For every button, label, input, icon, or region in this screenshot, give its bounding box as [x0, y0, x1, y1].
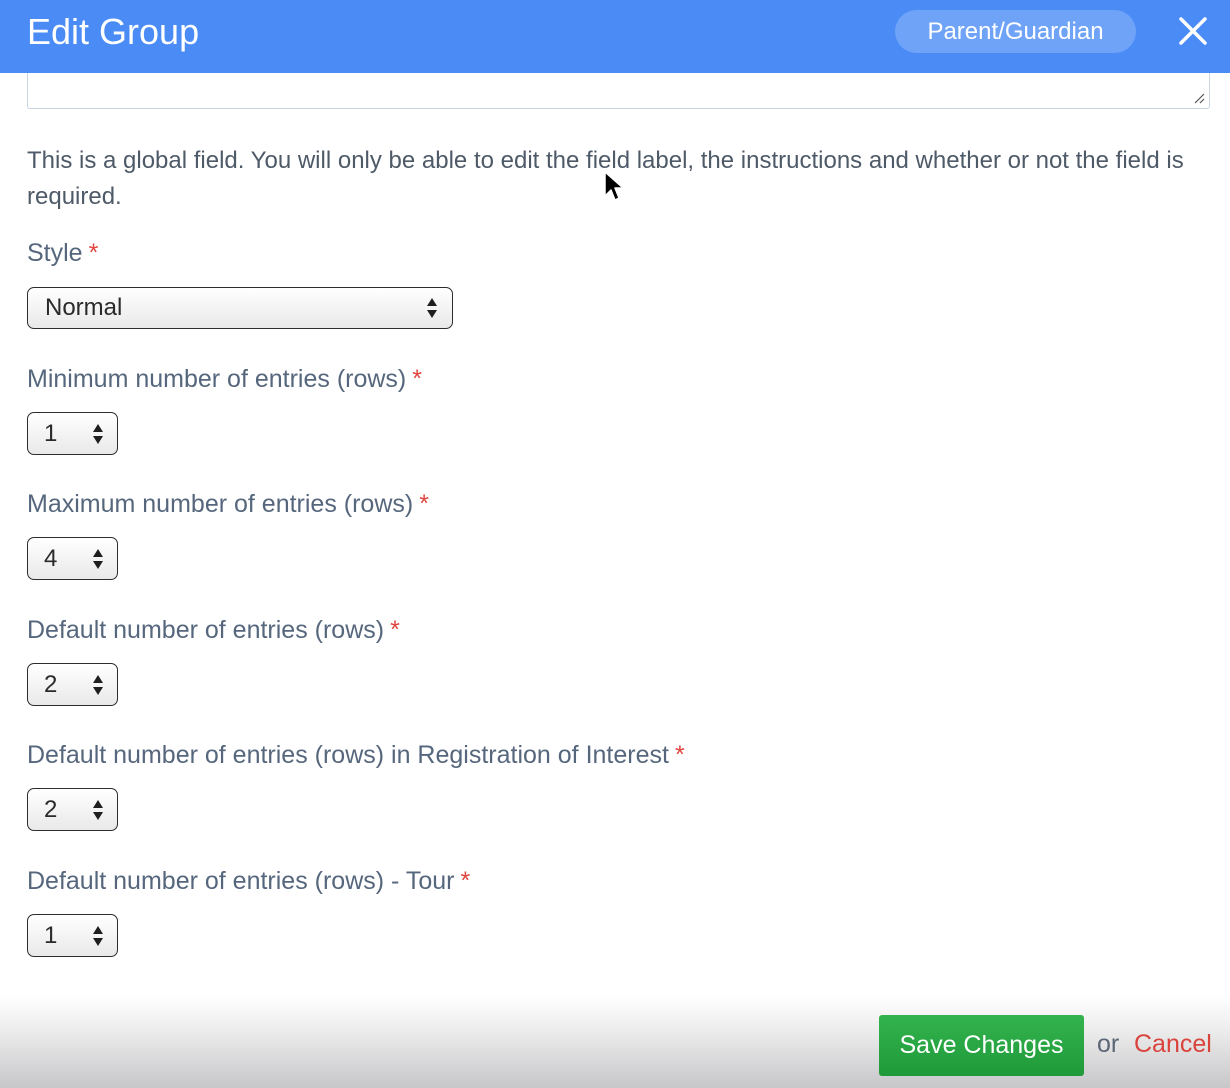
roi-entries-select[interactable]: 2	[27, 788, 118, 831]
roi-entries-label-text: Default number of entries (rows) in Regi…	[27, 741, 669, 769]
default-entries-value: 2	[44, 671, 58, 698]
select-arrows-icon	[93, 423, 103, 444]
min-entries-value: 1	[44, 420, 58, 447]
min-entries-label-text: Minimum number of entries (rows)	[27, 365, 407, 393]
or-separator: or	[1097, 1030, 1120, 1058]
resize-handle-icon[interactable]	[1193, 92, 1205, 104]
save-changes-button[interactable]: Save Changes	[879, 1015, 1084, 1076]
default-entries-label: Default number of entries (rows) *	[27, 615, 400, 645]
instructions-textarea[interactable]	[27, 73, 1210, 109]
select-arrows-icon	[93, 925, 103, 946]
select-arrows-icon	[93, 548, 103, 569]
modal-header: Edit Group Parent/Guardian	[0, 0, 1230, 73]
default-entries-label-text: Default number of entries (rows)	[27, 616, 385, 644]
tour-entries-label-text: Default number of entries (rows) - Tour	[27, 867, 455, 895]
mouse-cursor-icon	[604, 171, 624, 201]
max-entries-label-text: Maximum number of entries (rows)	[27, 490, 414, 518]
tour-entries-select[interactable]: 1	[27, 914, 118, 957]
roi-entries-value: 2	[44, 796, 58, 823]
close-icon[interactable]	[1172, 10, 1214, 52]
select-arrows-icon	[427, 298, 437, 318]
tour-entries-value: 1	[44, 922, 58, 949]
style-select-value: Normal	[45, 294, 123, 321]
required-marker: *	[419, 490, 429, 518]
max-entries-value: 4	[44, 545, 58, 572]
style-select[interactable]: Normal	[27, 287, 453, 329]
select-arrows-icon	[93, 674, 103, 695]
required-marker: *	[674, 741, 685, 769]
min-entries-select[interactable]: 1	[27, 412, 118, 455]
modal-title: Edit Group	[27, 11, 200, 52]
required-marker: *	[88, 239, 99, 267]
cancel-link[interactable]: Cancel	[1134, 1029, 1212, 1059]
required-marker: *	[412, 365, 422, 393]
style-label: Style *	[27, 238, 98, 268]
default-entries-select[interactable]: 2	[27, 663, 118, 706]
min-entries-label: Minimum number of entries (rows) *	[27, 364, 422, 394]
style-label-text: Style	[27, 239, 83, 267]
required-marker: *	[460, 867, 471, 895]
select-arrows-icon	[93, 799, 103, 820]
max-entries-label: Maximum number of entries (rows) *	[27, 489, 429, 519]
required-marker: *	[390, 616, 400, 644]
max-entries-select[interactable]: 4	[27, 537, 118, 580]
tour-entries-label: Default number of entries (rows) - Tour *	[27, 866, 470, 896]
parent-guardian-badge: Parent/Guardian	[895, 10, 1136, 53]
roi-entries-label: Default number of entries (rows) in Regi…	[27, 740, 685, 770]
